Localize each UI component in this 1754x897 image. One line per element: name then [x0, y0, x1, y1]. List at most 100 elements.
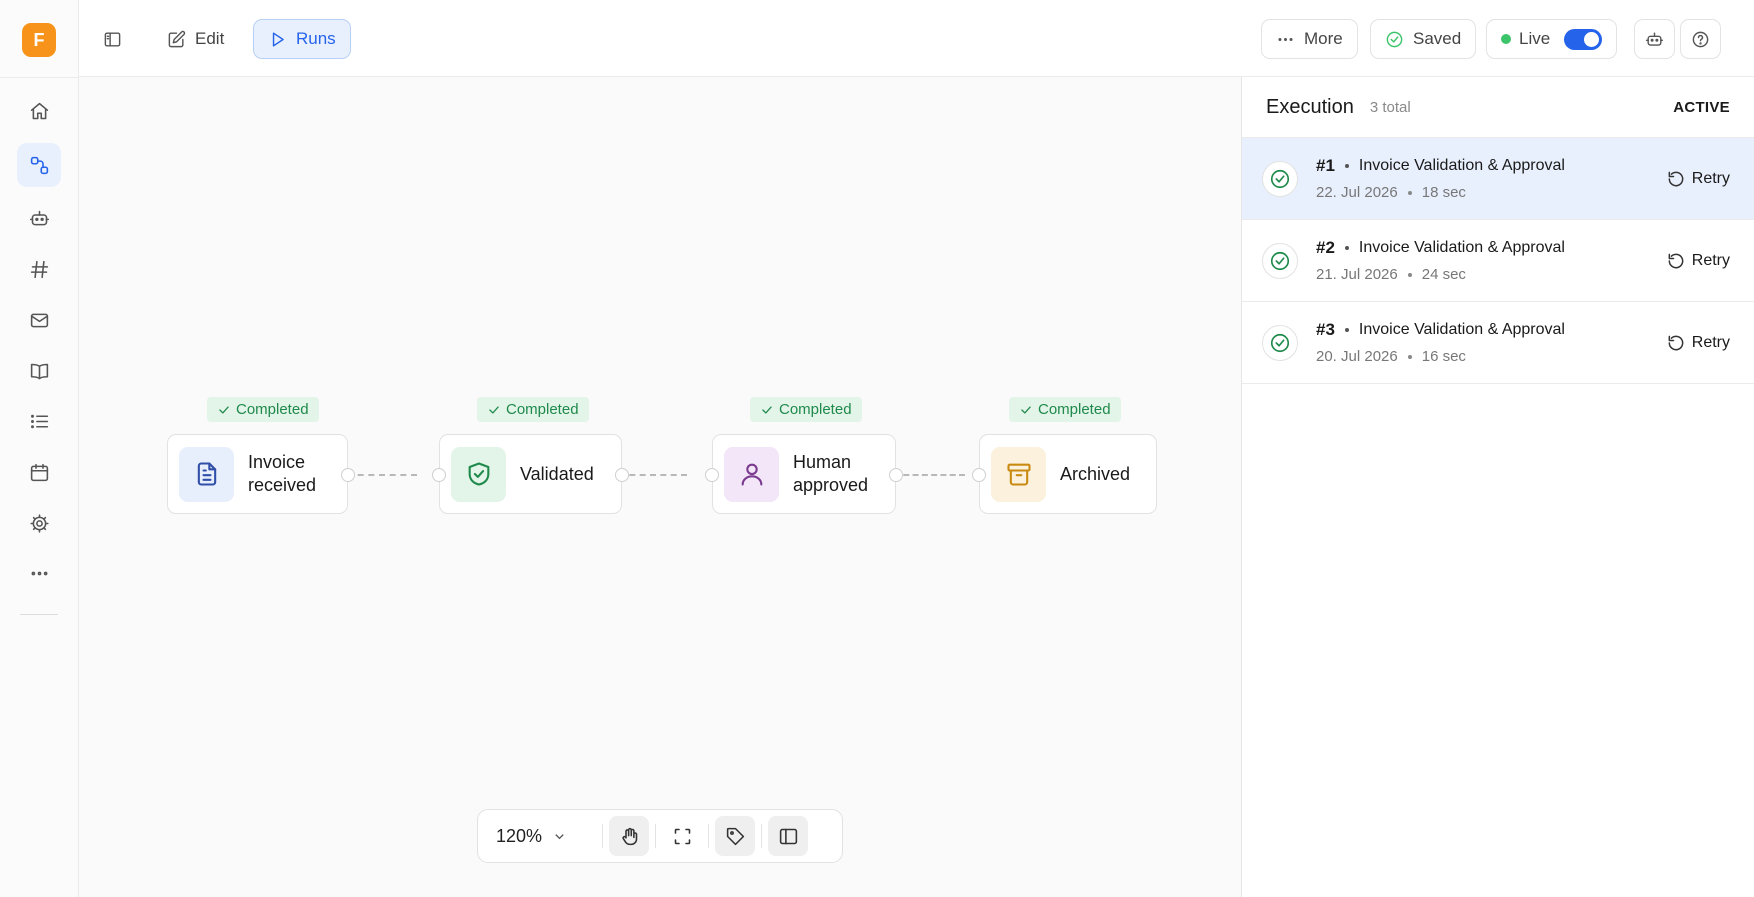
node-input-port[interactable] [705, 468, 719, 482]
runs-label: Runs [296, 29, 336, 48]
fit-view-button[interactable] [662, 816, 702, 856]
fullscreen-icon [674, 828, 690, 844]
node-status-badge: Completed [207, 397, 319, 422]
check-icon [219, 405, 229, 414]
node-output-port[interactable] [341, 468, 355, 482]
run-duration: 18 sec [1421, 184, 1466, 201]
workflow-node-human-approved[interactable]: Human approved [712, 434, 896, 514]
play-icon [272, 31, 284, 47]
edit-button[interactable]: Edit [153, 19, 238, 59]
help-button[interactable] [1680, 19, 1721, 59]
live-toggle[interactable] [1564, 28, 1603, 50]
saved-status: Saved [1370, 19, 1477, 59]
retry-button[interactable]: Retry [1666, 169, 1730, 189]
document-icon [197, 462, 216, 486]
left-rail: F [0, 0, 79, 897]
run-row[interactable]: #3 Invoice Validation & Approval 20. Jul … [1242, 302, 1754, 384]
run-row[interactable]: #1 Invoice Validation & Approval 22. Jul … [1242, 138, 1754, 220]
runs-button[interactable]: Runs [253, 19, 351, 59]
run-number: #3 [1316, 320, 1335, 339]
toolbar-divider [708, 824, 709, 848]
node-input-port[interactable] [432, 468, 446, 482]
zoom-select[interactable]: 120% [488, 826, 596, 847]
check-circle-icon [1270, 251, 1290, 270]
labels-button[interactable] [715, 816, 755, 856]
rail-item-mail[interactable] [17, 298, 61, 342]
node-icon-box [451, 446, 506, 502]
more-horizontal-icon [1278, 37, 1293, 41]
separator-dot [1407, 190, 1412, 195]
shield-check-icon [468, 462, 489, 486]
rail-divider-bottom [20, 614, 58, 615]
badge-label: Completed [1038, 401, 1111, 418]
run-status-icon [1262, 324, 1298, 361]
bot-icon [29, 210, 49, 225]
workflow-canvas[interactable]: Completed Completed Completed Completed … [79, 77, 1241, 897]
node-status-badge: Completed [477, 397, 589, 422]
calendar-icon [30, 463, 48, 481]
run-count: 3 total [1369, 98, 1411, 116]
rail-item-home[interactable] [17, 89, 61, 133]
rail-item-channels[interactable] [17, 247, 61, 291]
check-icon [762, 405, 772, 414]
run-row[interactable]: #2 Invoice Validation & Approval 21. Jul … [1242, 220, 1754, 302]
toolbar-divider [761, 824, 762, 848]
run-duration: 24 sec [1421, 266, 1466, 283]
archive-icon [1006, 463, 1031, 486]
node-input-port[interactable] [972, 468, 986, 482]
workflow-edge [894, 474, 965, 476]
workflow-node-validated[interactable]: Validated [439, 434, 622, 514]
more-button[interactable]: More [1261, 19, 1358, 59]
toggle-panel-button[interactable] [768, 816, 808, 856]
run-number: #2 [1316, 238, 1335, 257]
run-workflow-name: Invoice Validation & Approval [1358, 321, 1565, 338]
node-output-port[interactable] [889, 468, 903, 482]
panel-title: Execution [1266, 95, 1354, 118]
rail-divider [0, 77, 79, 78]
node-output-port[interactable] [615, 468, 629, 482]
node-status-badge: Completed [1009, 397, 1121, 422]
separator-dot [1344, 328, 1349, 332]
run-status-icon [1262, 242, 1298, 279]
node-icon-box [991, 446, 1046, 502]
retry-icon [1668, 335, 1684, 350]
run-workflow-name: Invoice Validation & Approval [1358, 157, 1565, 174]
run-details: #1 Invoice Validation & Approval 22. Jul … [1316, 156, 1565, 201]
retry-button[interactable]: Retry [1666, 251, 1730, 271]
edit-icon [168, 30, 186, 47]
app-logo[interactable]: F [22, 23, 56, 57]
run-details: #3 Invoice Validation & Approval 20. Jul … [1316, 320, 1565, 365]
rail-item-calendar[interactable] [17, 450, 61, 494]
run-details: #2 Invoice Validation & Approval 21. Jul … [1316, 238, 1565, 283]
hash-icon [30, 260, 48, 278]
assistant-button[interactable] [1634, 19, 1675, 59]
node-icon-box [179, 446, 234, 502]
retry-button[interactable]: Retry [1666, 333, 1730, 353]
rail-item-list[interactable] [17, 399, 61, 443]
badge-label: Completed [506, 401, 579, 418]
rail-item-settings[interactable] [17, 501, 61, 545]
rail-item-workflows[interactable] [17, 143, 61, 187]
active-filter[interactable]: ACTIVE [1673, 99, 1730, 116]
gear-icon [29, 513, 49, 533]
execution-panel: Execution 3 total ACTIVE #1 Invoice Valid… [1241, 77, 1754, 897]
check-circle-icon [1386, 31, 1403, 47]
workflow-node-archived[interactable]: Archived [979, 434, 1157, 514]
check-icon [1021, 405, 1031, 414]
top-toolbar: Edit Runs More Saved Live [79, 0, 1754, 77]
retry-icon [1668, 171, 1684, 186]
live-toggle-group: Live [1486, 19, 1618, 59]
rail-item-bots[interactable] [17, 196, 61, 240]
help-icon [1692, 31, 1709, 47]
home-icon [30, 102, 48, 119]
more-horizontal-icon [31, 571, 47, 575]
node-label: Invoice received [248, 452, 317, 495]
toggle-sidebar-button[interactable] [93, 19, 132, 59]
sidebar-icon [104, 31, 121, 47]
separator-dot [1407, 354, 1412, 359]
workflow-node-invoice-received[interactable]: Invoice received [167, 434, 348, 514]
pan-tool-button[interactable] [609, 816, 649, 856]
rail-item-docs[interactable] [17, 349, 61, 393]
rail-item-more[interactable] [17, 551, 61, 595]
badge-label: Completed [236, 401, 309, 418]
